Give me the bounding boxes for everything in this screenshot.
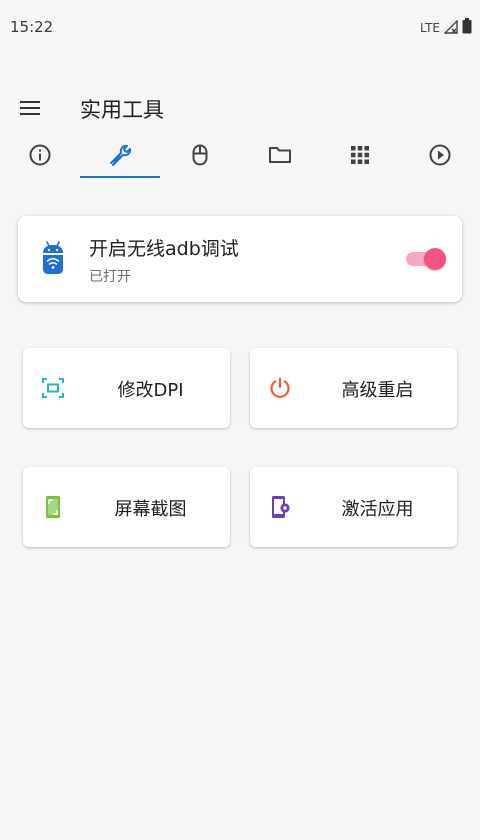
play-circle-icon [429,144,451,166]
app-settings-icon [272,496,290,518]
wireless-adb-title: 开启无线adb调试 [89,238,239,260]
wireless-adb-toggle[interactable] [404,247,446,271]
screenshot-icon [46,496,60,518]
tab-tools[interactable] [80,132,160,178]
modify-dpi-label: 修改DPI [117,380,184,401]
screenshot-label: 屏幕截图 [114,499,187,520]
folder-icon [269,147,291,163]
modify-dpi-button[interactable]: 修改DPI [23,348,230,428]
activate-app-label: 激活应用 [341,499,414,520]
network-type-label: LTE [420,21,440,35]
status-bar: 15:22 LTE [0,0,480,56]
screen-resize-icon [42,378,64,398]
tab-mouse[interactable] [160,132,240,178]
android-wifi-icon [43,241,63,274]
activate-app-button[interactable]: 激活应用 [250,467,457,547]
app-bar: 实用工具 [0,80,480,136]
battery-icon [462,18,472,38]
toggle-thumb [424,248,446,270]
screenshot-button[interactable]: 屏幕截图 [23,467,230,547]
advanced-reboot-label: 高级重启 [341,380,414,401]
wireless-adb-status: 已打开 [89,269,131,285]
tab-files[interactable] [240,132,320,178]
signal-icon [443,18,458,38]
status-time: 15:22 [10,18,54,36]
power-icon [270,377,290,398]
tab-apps[interactable] [320,132,400,178]
tab-bar [0,132,480,180]
wireless-adb-card[interactable]: 开启无线adb调试 已打开 [18,216,462,302]
tab-info[interactable] [0,132,80,178]
advanced-reboot-button[interactable]: 高级重启 [250,348,457,428]
status-icons: LTE [420,18,472,38]
page-title: 实用工具 [80,98,164,122]
hamburger-menu-icon [20,101,40,115]
info-icon [29,144,51,166]
apps-grid-icon [351,146,369,164]
tab-play[interactable] [400,132,480,178]
menu-button[interactable] [18,96,44,120]
wrench-icon [110,144,132,166]
mouse-icon [192,144,208,166]
